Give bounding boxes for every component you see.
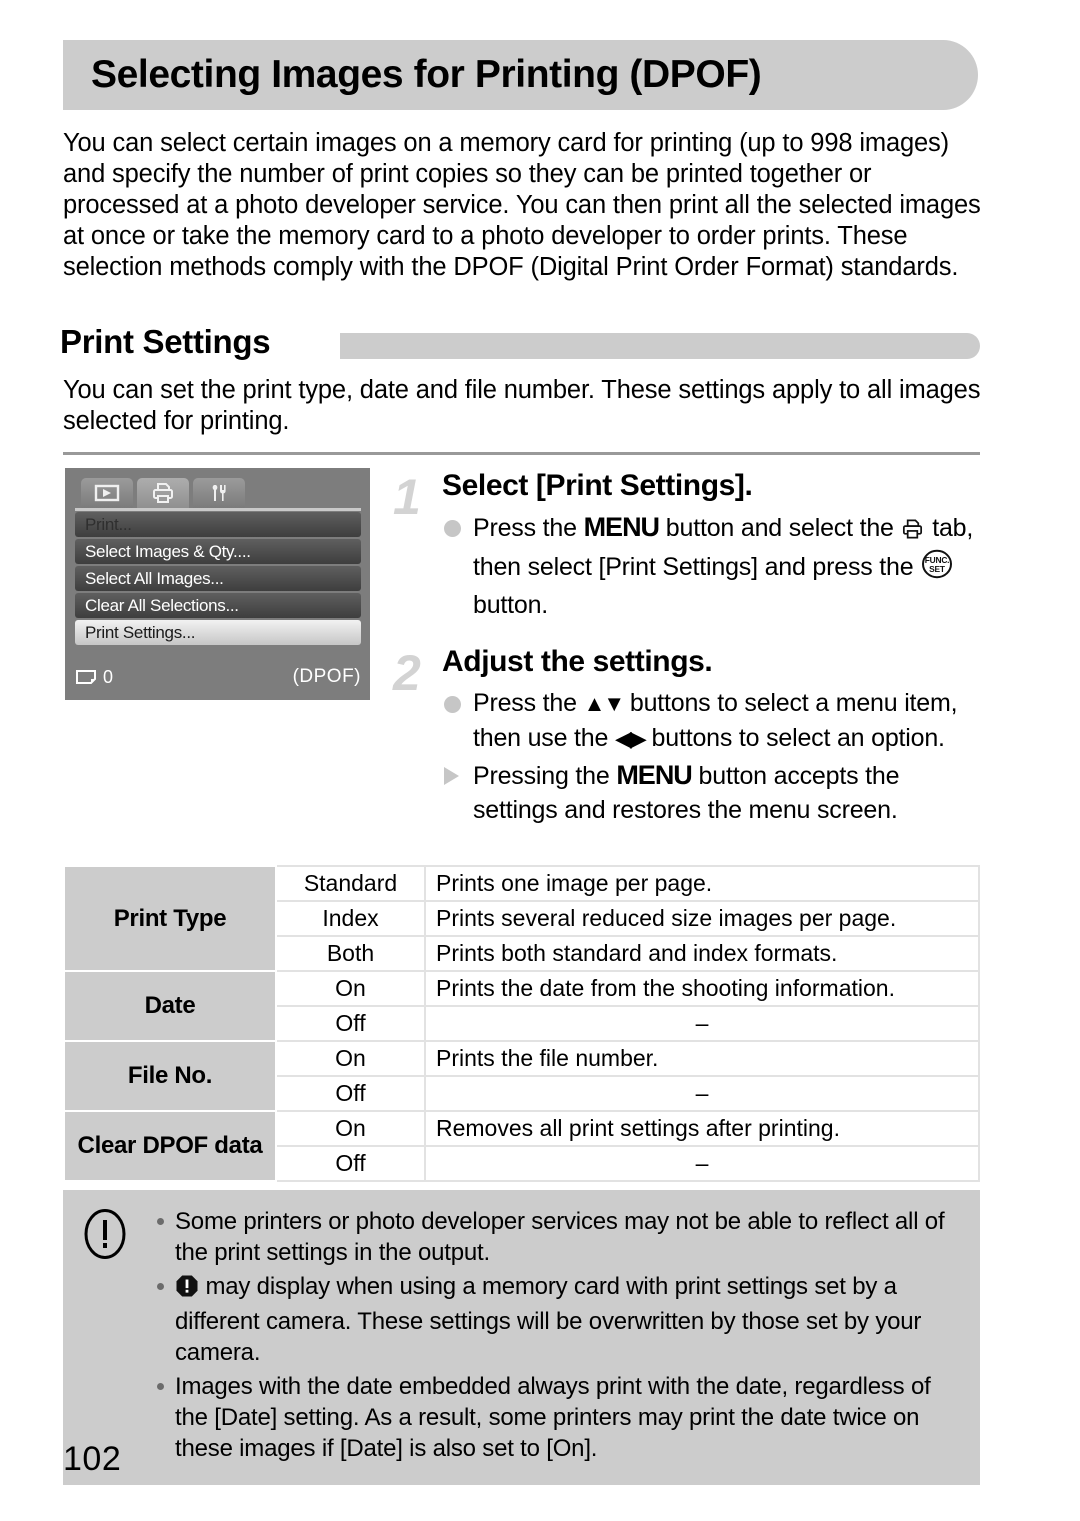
triangle-marker-icon bbox=[444, 767, 459, 785]
table-description: Removes all print settings after printin… bbox=[424, 1110, 980, 1147]
step-2-text-c: buttons to select an option. bbox=[644, 724, 945, 752]
table-label-clear-dpof-data: Clear DPOF data bbox=[63, 1110, 277, 1182]
table-option: On bbox=[275, 1040, 426, 1077]
lcd-settings-tab bbox=[193, 478, 245, 508]
table-option: Off bbox=[275, 1075, 426, 1112]
caution-note: may display when using a memory card wit… bbox=[155, 1271, 962, 1368]
caution-note-text: may display when using a memory card wit… bbox=[175, 1273, 922, 1366]
step-1-text-d: button. bbox=[473, 591, 549, 619]
caution-note: Some printers or photo developer service… bbox=[155, 1206, 962, 1268]
page-title-bar: Selecting Images for Printing (DPOF) bbox=[63, 40, 978, 110]
page-number: 102 bbox=[63, 1440, 122, 1478]
playback-icon bbox=[94, 484, 120, 502]
lcd-playback-tab bbox=[81, 478, 133, 508]
section-header-bar bbox=[340, 333, 980, 359]
table-description: Prints several reduced size images per p… bbox=[424, 900, 980, 937]
lcd-menu-item-select-all-images: Select All Images... bbox=[75, 566, 361, 591]
step-1-body: Press the MENU button and select the tab… bbox=[442, 510, 983, 622]
table-description: Prints the file number. bbox=[424, 1040, 980, 1077]
table-row: Date On Prints the date from the shootin… bbox=[63, 970, 980, 1042]
table-option: Off bbox=[275, 1005, 426, 1042]
step-2-bullet-2: Pressing the MENU button accepts the set… bbox=[442, 758, 983, 827]
table-description: – bbox=[424, 1005, 980, 1042]
step-1-text-a: Press the bbox=[473, 514, 584, 542]
step-2-text-d: Pressing the bbox=[473, 762, 617, 790]
table-description: – bbox=[424, 1075, 980, 1112]
caution-note: Images with the date embedded always pri… bbox=[155, 1371, 962, 1464]
lcd-menu-item-clear-all-selections: Clear All Selections... bbox=[75, 593, 361, 618]
caution-note-list: Some printers or photo developer service… bbox=[155, 1206, 962, 1464]
left-right-arrows-icon: ◀▶ bbox=[614, 726, 647, 751]
table-row: Print Type Standard Prints one image per… bbox=[63, 865, 980, 972]
note-bullet-icon bbox=[157, 1283, 164, 1290]
note-bullet-icon bbox=[157, 1218, 164, 1225]
caution-note-text: Images with the date embedded always pri… bbox=[175, 1373, 931, 1462]
table-option: On bbox=[275, 1110, 426, 1147]
caution-box: Some printers or photo developer service… bbox=[63, 1190, 980, 1485]
section-header: Print Settings bbox=[60, 323, 980, 367]
table-description: Prints both standard and index formats. bbox=[424, 935, 980, 972]
printer-icon bbox=[900, 515, 925, 549]
step-1-bullet-1: Press the MENU button and select the tab… bbox=[442, 510, 983, 622]
print-count-icon bbox=[76, 670, 96, 684]
step-2-title: Adjust the settings. bbox=[442, 645, 713, 678]
lcd-menu-list: Print... Select Images & Qty.... Select … bbox=[75, 512, 361, 647]
step-1-text-b: button and select the bbox=[659, 514, 901, 542]
print-settings-table: Print Type Standard Prints one image per… bbox=[63, 865, 980, 1182]
table-row: File No. On Prints the file number. bbox=[63, 1040, 980, 1112]
section-intro: You can set the print type, date and fil… bbox=[63, 376, 981, 435]
table-option: Standard bbox=[275, 865, 426, 902]
step-1-title: Select [Print Settings]. bbox=[442, 469, 753, 502]
table-row: Clear DPOF data On Removes all print set… bbox=[63, 1110, 980, 1182]
exclamation-octagon-icon bbox=[175, 1274, 199, 1306]
table-description: – bbox=[424, 1145, 980, 1182]
page-title: Selecting Images for Printing (DPOF) bbox=[91, 53, 762, 96]
table-option: On bbox=[275, 970, 426, 1007]
step-2: 2 Adjust the settings. Press the ▲▼ butt… bbox=[393, 644, 983, 827]
table-label-file-no: File No. bbox=[63, 1040, 277, 1112]
lcd-print-tab bbox=[137, 478, 189, 508]
note-bullet-icon bbox=[157, 1383, 164, 1390]
lcd-menu-item-select-images-qty: Select Images & Qty.... bbox=[75, 539, 361, 564]
step-2-bullet-1: Press the ▲▼ buttons to select a menu it… bbox=[442, 686, 983, 756]
step-2-body: Press the ▲▼ buttons to select a menu it… bbox=[442, 686, 983, 827]
lcd-dpof-label: (DPOF) bbox=[292, 666, 361, 687]
table-label-print-type: Print Type bbox=[63, 865, 277, 972]
table-option: Off bbox=[275, 1145, 426, 1182]
lcd-tab-underline bbox=[75, 508, 361, 511]
lcd-tab-bar bbox=[81, 478, 245, 508]
lcd-status-bar: 0 (DPOF) bbox=[75, 664, 361, 690]
steps-container: 1 Select [Print Settings]. Press the MEN… bbox=[393, 468, 983, 843]
step-1: 1 Select [Print Settings]. Press the MEN… bbox=[393, 468, 983, 622]
lcd-menu-item-print-settings: Print Settings... bbox=[75, 620, 361, 645]
printer-icon bbox=[153, 483, 173, 503]
wrench-icon bbox=[212, 485, 226, 501]
menu-button-label: MENU bbox=[583, 512, 660, 542]
bullet-dot-icon bbox=[444, 520, 461, 537]
section-divider bbox=[63, 452, 980, 455]
step-2-number: 2 bbox=[393, 645, 421, 701]
table-option: Index bbox=[275, 900, 426, 937]
table-description: Prints one image per page. bbox=[424, 865, 980, 902]
func-set-icon: FUNC. SET bbox=[920, 549, 954, 588]
bullet-dot-icon bbox=[444, 696, 461, 713]
intro-paragraph: You can select certain images on a memor… bbox=[63, 129, 981, 281]
lcd-print-count: 0 bbox=[75, 667, 113, 688]
lcd-menu-item-print: Print... bbox=[75, 512, 361, 537]
section-title: Print Settings bbox=[60, 323, 271, 360]
step-2-text-a: Press the bbox=[473, 689, 584, 717]
table-option: Both bbox=[275, 935, 426, 972]
caution-icon bbox=[84, 1209, 126, 1259]
camera-lcd-screenshot: Print... Select Images & Qty.... Select … bbox=[65, 468, 370, 700]
step-1-number: 1 bbox=[393, 469, 421, 525]
table-label-date: Date bbox=[63, 970, 277, 1042]
lcd-print-count-value: 0 bbox=[103, 666, 114, 687]
svg-text:SET: SET bbox=[929, 564, 946, 574]
up-down-arrows-icon: ▲▼ bbox=[583, 691, 626, 716]
table-description: Prints the date from the shooting inform… bbox=[424, 970, 980, 1007]
caution-note-text: Some printers or photo developer service… bbox=[175, 1208, 945, 1266]
menu-button-label: MENU bbox=[616, 760, 692, 790]
